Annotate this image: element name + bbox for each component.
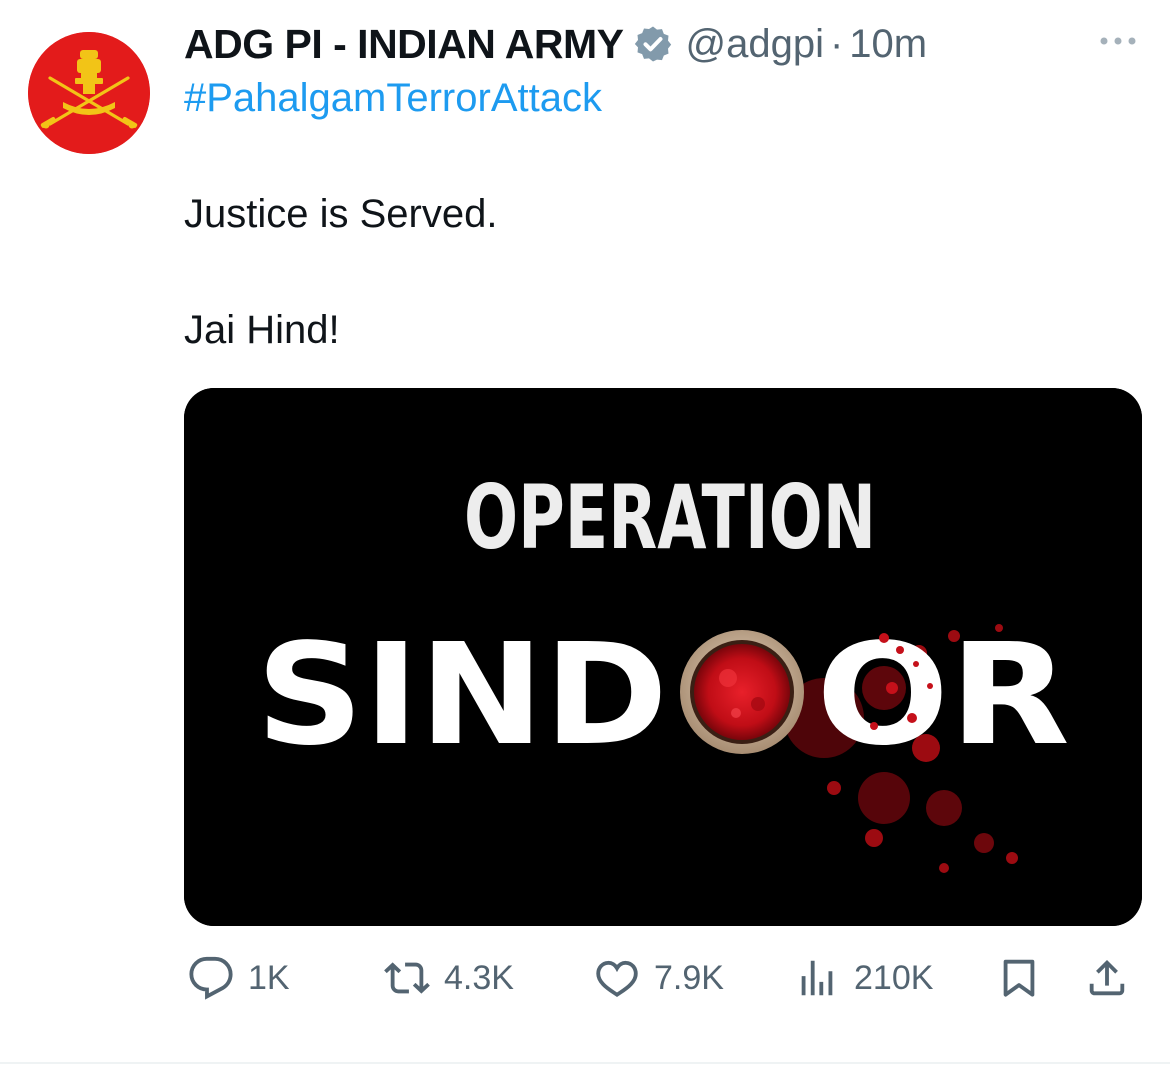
sindoor-bowl-icon bbox=[680, 630, 804, 754]
views-button[interactable]: 210K bbox=[794, 948, 933, 1008]
display-name[interactable]: ADG PI - INDIAN ARMY bbox=[184, 21, 624, 68]
more-icon[interactable] bbox=[1096, 26, 1140, 56]
reply-count: 1K bbox=[248, 958, 290, 997]
share-button[interactable] bbox=[1084, 948, 1130, 1008]
reply-icon bbox=[189, 956, 233, 1000]
repost-button[interactable]: 4.3K bbox=[384, 948, 514, 1008]
tweet[interactable]: ADG PI - INDIAN ARMY @adgpi · 10m #Pahal… bbox=[0, 0, 1170, 1069]
bookmark-icon bbox=[1003, 959, 1035, 997]
tweet-text-line: Jai Hind! bbox=[184, 308, 340, 352]
tweet-media-image[interactable]: OPERATION SIND OR bbox=[184, 388, 1142, 926]
verified-badge-icon bbox=[635, 26, 672, 62]
tweet-text-line: Justice is Served. bbox=[184, 192, 498, 236]
sindoor-title-left: SIND bbox=[256, 614, 668, 777]
like-count: 7.9K bbox=[654, 958, 724, 997]
bookmark-button[interactable] bbox=[996, 948, 1042, 1008]
repost-count: 4.3K bbox=[444, 958, 514, 997]
like-icon bbox=[596, 960, 638, 997]
hashtag-link[interactable]: #PahalgamTerrorAttack bbox=[184, 76, 602, 121]
like-button[interactable]: 7.9K bbox=[594, 948, 724, 1008]
timestamp[interactable]: 10m bbox=[849, 22, 927, 67]
army-emblem-icon bbox=[28, 32, 150, 154]
divider bbox=[0, 1062, 1170, 1064]
operation-title: OPERATION bbox=[464, 466, 876, 569]
tweet-header: ADG PI - INDIAN ARMY @adgpi · 10m bbox=[184, 14, 927, 74]
share-icon bbox=[1089, 959, 1125, 996]
views-count: 210K bbox=[854, 958, 934, 997]
separator-dot: · bbox=[829, 21, 844, 66]
avatar[interactable] bbox=[28, 32, 150, 154]
sindoor-title-right: OR bbox=[816, 614, 1070, 777]
handle[interactable]: @adgpi bbox=[685, 22, 823, 67]
views-icon bbox=[801, 960, 833, 996]
repost-icon bbox=[384, 962, 430, 994]
operation-sindoor-graphic: OPERATION SIND OR bbox=[184, 388, 1142, 926]
reply-button[interactable]: 1K bbox=[188, 948, 290, 1008]
tweet-actions: 1K 4.3K 7.9K 210K bbox=[184, 948, 1142, 1008]
